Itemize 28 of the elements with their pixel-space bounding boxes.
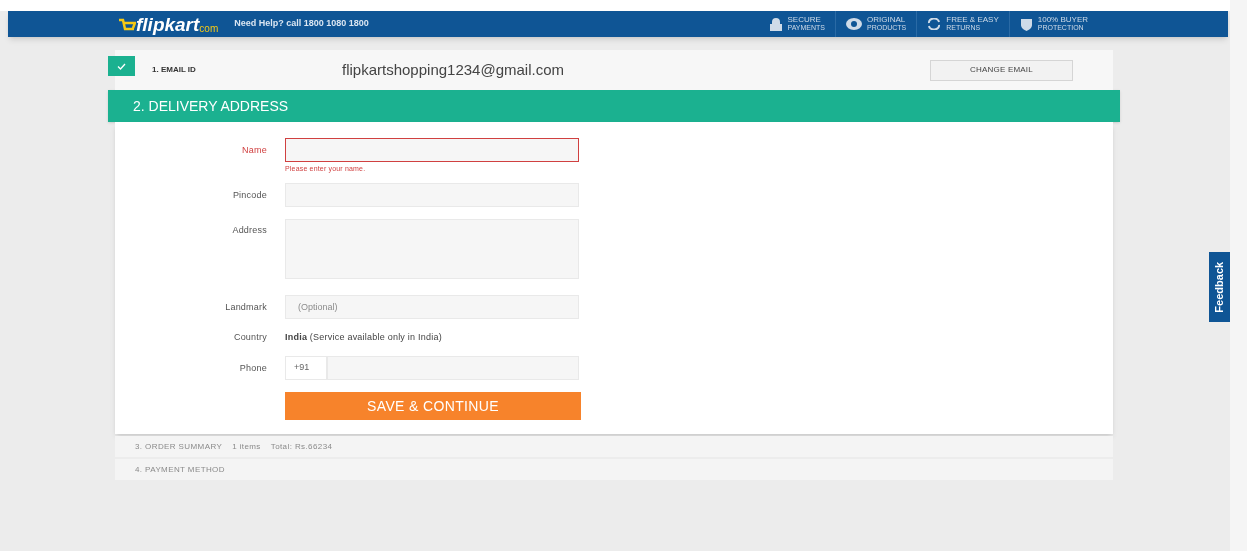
logo-suffix: com xyxy=(199,23,219,34)
badge-line: SECURE xyxy=(787,16,822,24)
field-label: Landmark xyxy=(224,300,267,314)
field-label: Country xyxy=(232,330,267,344)
badge-line: 100% BUYER xyxy=(1037,16,1088,24)
items-count: 1 items xyxy=(232,440,261,453)
country-code: +91 xyxy=(285,356,327,380)
input-field[interactable] xyxy=(285,138,579,162)
lock-icon xyxy=(768,17,783,31)
order-total: Total: Rs.66234 xyxy=(270,440,333,453)
field-label: Address xyxy=(231,223,267,237)
badge-line: ORIGINAL xyxy=(867,16,907,24)
badge-line: FREE & EASY xyxy=(946,16,999,24)
badge-icon xyxy=(846,18,862,30)
step-label: 4. PAYMENT METHOD xyxy=(135,463,225,476)
field-label: Pincode xyxy=(231,188,267,202)
change-email-button[interactable]: CHANGE EMAIL xyxy=(930,59,1073,81)
email-value: flipkartshopping1234@gmail.com xyxy=(342,59,564,80)
field-label: Name xyxy=(241,144,267,157)
field-label: Phone xyxy=(238,362,267,375)
country-text: India (Service available only in India) xyxy=(285,330,442,344)
help-text: Need Help? call 1800 1080 1800 xyxy=(234,17,369,31)
step-label: 3. ORDER SUMMARY xyxy=(135,440,223,453)
logo[interactable]: flipkart xyxy=(136,14,200,34)
shield-icon xyxy=(1019,17,1033,31)
step-label: 1. EMAIL ID xyxy=(152,64,197,76)
refresh-icon xyxy=(927,18,942,30)
section-title: 2. DELIVERY ADDRESS xyxy=(133,96,289,116)
